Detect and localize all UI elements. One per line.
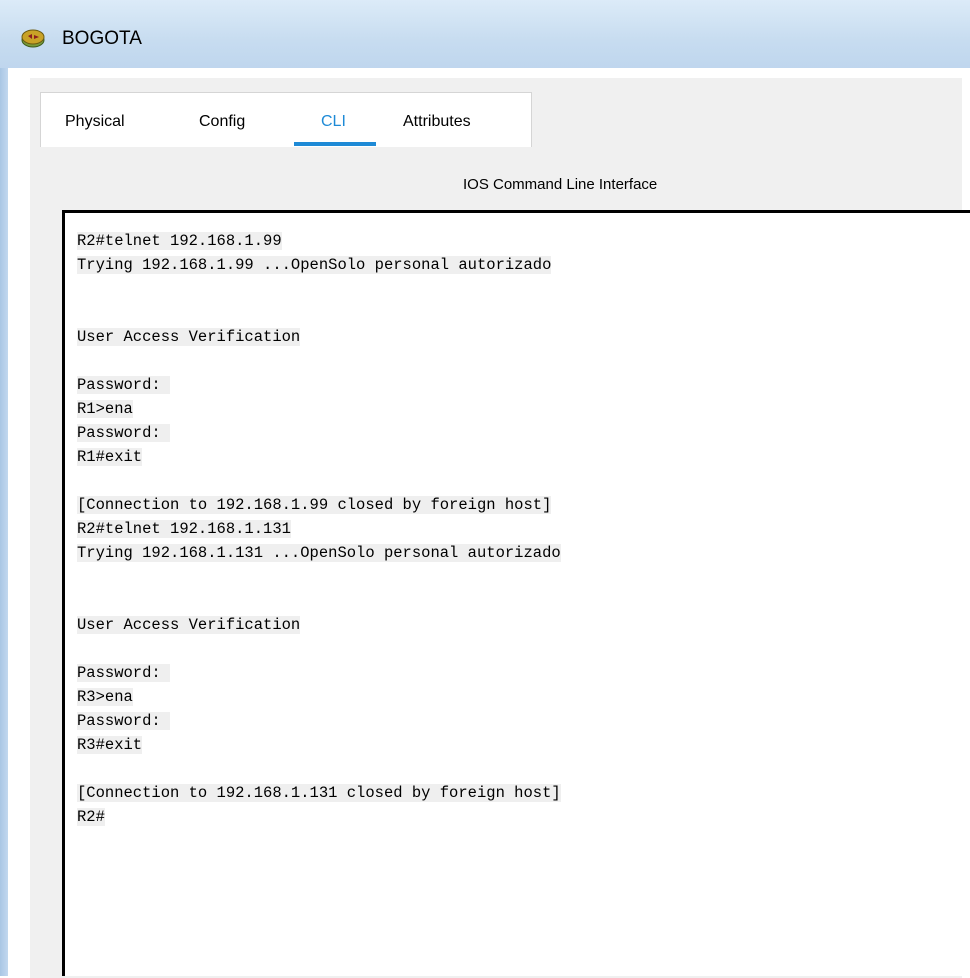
tab-physical[interactable]: Physical [65,113,125,131]
terminal-line: R1#exit [77,445,561,469]
terminal-line-text: Password: [77,376,171,394]
terminal-line: R2#telnet 192.168.1.131 [77,517,561,541]
terminal-line: User Access Verification [77,325,561,349]
terminal-line-text: Password: [77,424,171,442]
terminal-line-text: R2#telnet 192.168.1.131 [77,520,291,538]
terminal-line-text: Trying 192.168.1.131 ...OpenSolo persona… [77,544,561,562]
terminal-line-text: R2#telnet 192.168.1.99 [77,232,282,250]
terminal-line: Password: [77,373,561,397]
window-title: BOGOTA [62,28,142,49]
terminal-line-text: [Connection to 192.168.1.131 closed by f… [77,784,561,802]
terminal-line: User Access Verification [77,613,561,637]
router-icon [21,29,45,48]
cli-heading: IOS Command Line Interface [463,176,658,193]
terminal-line: [Connection to 192.168.1.99 closed by fo… [77,493,561,517]
terminal-line: R2#telnet 192.168.1.99 [77,229,561,253]
terminal-line: R2# [77,805,561,829]
tab-attributes[interactable]: Attributes [403,113,471,131]
terminal-line-text: Trying 192.168.1.99 ...OpenSolo personal… [77,256,552,274]
terminal-line: Password: [77,709,561,733]
terminal-line: R3#exit [77,733,561,757]
terminal-line-text: Password: [77,712,171,730]
terminal-line-text: Password: [77,664,171,682]
terminal-line-text: R3>ena [77,688,133,706]
terminal-output: R2#telnet 192.168.1.99 Trying 192.168.1.9… [77,229,561,829]
terminal-line-text: User Access Verification [77,328,301,346]
window-frame-left [0,68,8,976]
terminal-line-text: [Connection to 192.168.1.99 closed by fo… [77,496,552,514]
terminal-line: Trying 192.168.1.131 ...OpenSolo persona… [77,541,561,565]
device-window: BOGOTA Physical Config CLI Attributes IO… [0,0,970,978]
terminal-line: Password: [77,661,561,685]
terminal-line-text: R2# [77,808,105,826]
terminal-line: Trying 192.168.1.99 ...OpenSolo personal… [77,253,561,277]
active-tab-indicator [294,142,376,146]
terminal-line-text: R1#exit [77,448,143,466]
tab-cli[interactable]: CLI [321,113,346,131]
terminal-line-text: R3#exit [77,736,143,754]
tab-config[interactable]: Config [199,113,245,131]
title-bar[interactable]: BOGOTA [0,0,970,68]
terminal-line-text: R1>ena [77,400,133,418]
cli-terminal[interactable]: R2#telnet 192.168.1.99 Trying 192.168.1.9… [62,210,970,976]
terminal-line: R1>ena [77,397,561,421]
terminal-line-text: User Access Verification [77,616,301,634]
terminal-line: Password: [77,421,561,445]
terminal-line: [Connection to 192.168.1.131 closed by f… [77,781,561,805]
terminal-line: R3>ena [77,685,561,709]
